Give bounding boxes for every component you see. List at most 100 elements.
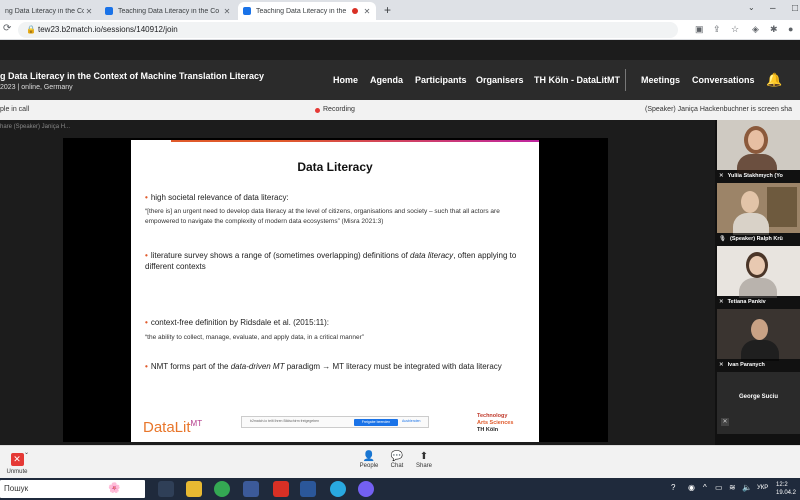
browser-tab-1[interactable]: ng Data Literacy in the Co ✕ [0, 2, 98, 20]
participant-tile[interactable]: ✕ Tetiana Pankiv [717, 246, 800, 308]
nav-agenda[interactable]: Agenda [370, 75, 403, 85]
browser-tab-3-active[interactable]: Teaching Data Literacy in the ✕ [238, 2, 376, 20]
nav-organisers[interactable]: Organisers [476, 75, 524, 85]
bullet-icon: • [145, 318, 148, 327]
lock-icon[interactable]: 🔒 [26, 25, 36, 34]
clock[interactable]: 12:2 19.04.2 [776, 481, 796, 497]
nav-home[interactable]: Home [333, 75, 358, 85]
logo-text: DataLit [143, 419, 191, 436]
participant-name-text: (Speaker) Ralph Krü [729, 236, 783, 242]
tab-title: Teaching Data Literacy in the [256, 7, 347, 15]
browser-tab-2[interactable]: Teaching Data Literacy in the Co ✕ [100, 2, 236, 20]
browser-tab-strip: ng Data Literacy in the Co ✕ Teaching Da… [0, 0, 800, 20]
volume-icon[interactable]: 🔈 [742, 483, 752, 492]
nav-meetings[interactable]: Meetings [641, 75, 680, 85]
favicon-icon [243, 7, 251, 15]
viber-icon[interactable] [358, 481, 374, 497]
recording-indicator-icon [352, 8, 358, 14]
maximize-icon[interactable]: □ [792, 3, 798, 14]
mic-muted-icon: ✕ [719, 299, 724, 305]
pdf-reader-icon[interactable] [273, 481, 289, 497]
participant-sidebar: ✕ Yuliia Stakhmych (Yo 🎙 (Speaker) Ralph K… [715, 120, 800, 445]
bullet-icon: • [145, 362, 148, 371]
participant-name-text: Ivan Paranych [727, 362, 765, 368]
file-explorer-icon[interactable] [186, 481, 202, 497]
shared-screen: Data Literacy • high societal relevance o… [63, 138, 608, 442]
chrome-icon[interactable] [214, 481, 230, 497]
close-icon[interactable]: ✕ [222, 7, 232, 16]
nav-datalitmt[interactable]: TH Köln - DataLitMT [534, 75, 620, 85]
wifi-icon[interactable]: ≋ [729, 483, 736, 492]
clock-time: 12:2 [776, 482, 788, 488]
nav-conversations[interactable]: Conversations [692, 75, 755, 85]
app-icon[interactable] [243, 481, 259, 497]
chat-label: Chat [390, 463, 404, 469]
bullet-text: high societal relevance of data literacy… [150, 193, 289, 202]
taskbar-search[interactable]: Пошук 🌸 [0, 480, 145, 498]
people-in-call-text: ple in call [0, 106, 30, 113]
slide-accent-bar [171, 140, 539, 142]
camera-icon[interactable]: ▣ [695, 24, 704, 35]
slide-quote: “[there is] an urgent need to develop da… [145, 208, 500, 225]
url-text[interactable]: tew23.b2match.io/sessions/140912/join [38, 25, 178, 34]
tab-title: Teaching Data Literacy in the Co [118, 7, 220, 15]
participant-tile[interactable]: George Suciu ✕ [717, 372, 800, 434]
unmute-button[interactable]: ✕ ⌄ Unmute [2, 449, 32, 475]
participant-video [717, 183, 800, 235]
bullet-icon: • [145, 193, 148, 202]
people-button[interactable]: 👤 People [354, 450, 384, 469]
battery-icon[interactable]: ▭ [715, 483, 723, 492]
bullet-icon: • [145, 251, 148, 260]
clock-date: 19.04.2 [776, 490, 797, 496]
call-toolbar: ✕ ⌄ Unmute 👤 People 💬 Chat ⬆ Share [0, 445, 800, 478]
tab-search-chevron-icon[interactable]: ⌄ [748, 3, 755, 12]
shield-icon[interactable]: ◈ [752, 24, 759, 35]
participant-tile[interactable]: ✕ Ivan Paranych [717, 309, 800, 371]
screen-share-notice: (Speaker) Janiça Hackenbuchner is screen… [645, 106, 793, 113]
help-icon[interactable]: ? [671, 483, 675, 492]
new-tab-button[interactable]: + [384, 3, 391, 17]
bookshelf [767, 187, 797, 227]
hide-button[interactable]: Ausblenden [402, 419, 421, 423]
bookmark-star-icon[interactable]: ☆ [731, 24, 739, 35]
notification-bell-icon[interactable]: 🔔 [766, 72, 782, 88]
bullet-emphasis: data-driven MT [230, 362, 285, 371]
close-icon[interactable]: ✕ [362, 7, 372, 16]
close-icon[interactable]: ✕ [84, 7, 94, 16]
word-icon[interactable] [300, 481, 316, 497]
favicon-icon [105, 7, 113, 15]
bullet-text: context-free definition by Ridsdale et a… [150, 318, 329, 327]
telegram-icon[interactable] [330, 481, 346, 497]
mic-muted-icon: ✕ [719, 173, 724, 179]
extensions-icon[interactable]: ✱ [770, 24, 778, 35]
profile-icon[interactable]: ● [788, 24, 793, 34]
language-indicator[interactable]: УКР [757, 485, 768, 491]
participant-name: ✕ Yuliia Stakhmych (Yo [717, 170, 800, 182]
task-view-icon[interactable] [158, 481, 174, 497]
screen-share-popup: b2match.io teilt Ihren Bildschirm freige… [241, 416, 429, 428]
reload-icon[interactable]: ⟳ [3, 23, 11, 34]
share-page-icon[interactable]: ⇪ [713, 24, 721, 35]
minimize-icon[interactable]: – [770, 3, 776, 14]
chat-button[interactable]: 💬 Chat [382, 450, 412, 469]
omnibox[interactable]: 🔒 tew23.b2match.io/sessions/140912/join [18, 22, 678, 38]
show-hidden-icon[interactable]: ^ [703, 483, 707, 492]
event-subtitle: 2023 | online, Germany [0, 84, 73, 91]
participant-face [741, 191, 759, 213]
nav-participants[interactable]: Participants [415, 75, 467, 85]
slide-quote: “the ability to collect, manage, evaluat… [145, 334, 364, 341]
chevron-down-icon[interactable]: ⌄ [24, 449, 29, 456]
logo-superscript: MT [190, 419, 203, 428]
participant-tile[interactable]: 🎙 (Speaker) Ralph Krü [717, 183, 800, 245]
datalitmt-logo: DataLitMT [143, 419, 202, 436]
share-button[interactable]: ⬆ Share [409, 450, 439, 469]
participant-tile[interactable]: ✕ Yuliia Stakhmych (Yo [717, 120, 800, 182]
participant-video [717, 120, 800, 174]
share-popup-text: b2match.io teilt Ihren Bildschirm freige… [250, 419, 320, 423]
participant-name: ✕ Ivan Paranych [717, 359, 800, 371]
stop-sharing-button[interactable]: Freigabe beenden [354, 419, 398, 426]
tray-app-icon[interactable]: ◉ [688, 483, 695, 492]
participant-name-text: Tetiana Pankiv [727, 299, 766, 305]
participant-video [717, 309, 800, 361]
search-input[interactable]: Пошук [4, 484, 28, 493]
